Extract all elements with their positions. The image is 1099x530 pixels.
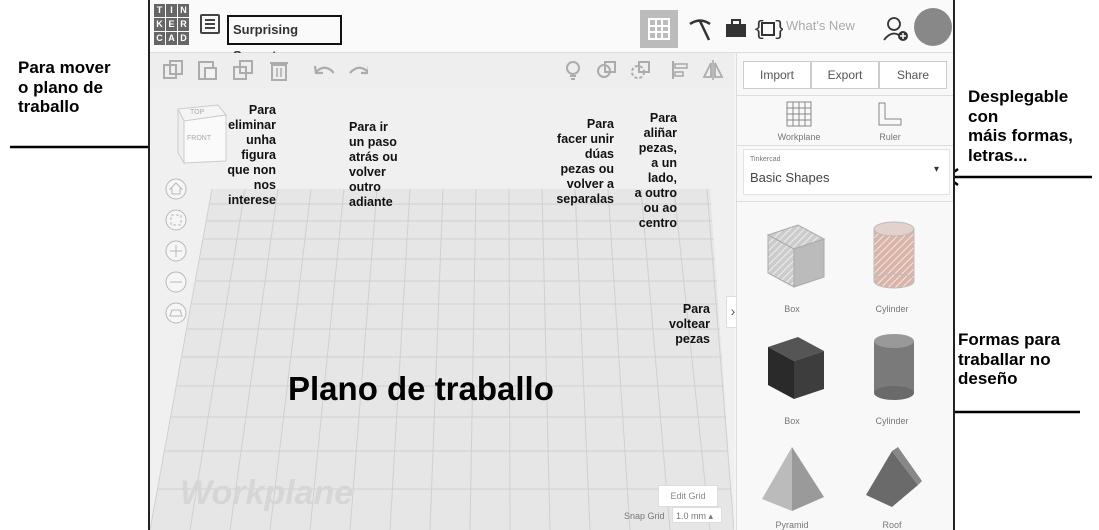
snap-grid-value: 1.0 mm (676, 511, 707, 521)
shape-tile[interactable]: Box (747, 217, 837, 314)
ruler-icon (878, 102, 902, 126)
workplane-watermark: Workplane (180, 474, 354, 512)
logo-letter: N (178, 4, 189, 17)
solid-cylinder-icon (874, 334, 914, 400)
edit-grid-button[interactable]: Edit Grid (658, 485, 718, 507)
code-blocks-icon[interactable]: {} (750, 12, 786, 46)
annotation-delete: Para eliminar unha figura que non nos in… (227, 103, 276, 207)
annotation-flip: Para voltear pezas (669, 302, 710, 346)
logo-letter: D (178, 32, 189, 45)
perspective-icon[interactable] (164, 301, 188, 325)
home-icon[interactable] (164, 177, 188, 201)
top-bar: T I N K E R C A D Surprising Snaget (150, 0, 953, 63)
logo-letter: E (166, 18, 177, 31)
ruler-tool[interactable]: Ruler (865, 101, 915, 142)
user-avatar[interactable] (914, 8, 952, 46)
annotation-dropdown: Desplegable con máis formas, letras... (968, 87, 1073, 165)
shape-label: Box (784, 304, 800, 314)
briefcase-icon[interactable] (718, 12, 754, 46)
shape-tile[interactable]: Box (747, 329, 837, 426)
grid-icon (648, 18, 670, 40)
solid-box-icon (768, 337, 824, 399)
svg-text:}: } (774, 19, 783, 42)
logo-letter: I (166, 4, 177, 17)
fit-view-icon[interactable] (164, 208, 188, 232)
import-button[interactable]: Import (743, 61, 811, 89)
zoom-in-icon[interactable] (164, 239, 188, 263)
annotation-group: Para facer unir dúas pezas ou volver a s… (556, 117, 614, 206)
paste-icon[interactable] (196, 59, 218, 81)
annotation-undo-redo: Para ir un paso atrás ou volver outro ad… (349, 120, 398, 209)
3d-view-button[interactable] (640, 10, 678, 48)
trash-icon[interactable] (268, 59, 290, 81)
tinkercad-app: T I N K E R C A D Surprising Snaget (148, 0, 955, 530)
ruler-tool-label: Ruler (879, 132, 901, 142)
view-cube-front-label: FRONT (187, 135, 212, 142)
zoom-out-icon[interactable] (164, 270, 188, 294)
copy-icon[interactable] (162, 59, 184, 81)
shape-label: Cylinder (875, 304, 909, 314)
redo-icon[interactable] (346, 59, 368, 81)
right-panel: Import Export Share Workplane Ruler Tink… (736, 53, 953, 530)
pyramid-icon (762, 447, 824, 511)
group-icon[interactable] (596, 59, 618, 81)
share-button[interactable]: Share (879, 61, 947, 89)
list-icon[interactable] (200, 14, 220, 34)
roof-icon (866, 447, 922, 507)
project-title[interactable]: Surprising Snaget (227, 15, 342, 63)
whats-new-link[interactable]: What's New (786, 18, 855, 33)
shape-label: Roof (882, 520, 902, 530)
tinkercad-logo[interactable]: T I N K E R C A D (154, 4, 190, 48)
snap-grid-select[interactable]: 1.0 mm ▴ (672, 507, 722, 523)
shape-tile[interactable]: Cylinder (847, 217, 937, 314)
striped-box-icon (766, 224, 826, 288)
snap-grid-label: Snap Grid (624, 511, 665, 521)
logo-letter: R (178, 18, 189, 31)
shape-tile[interactable]: Cylinder (847, 329, 937, 426)
shape-tile[interactable]: Pyramid (747, 441, 837, 530)
logo-letter: A (166, 32, 177, 45)
shape-source-label: Tinkercad (750, 156, 781, 163)
add-user-icon[interactable] (878, 12, 914, 46)
annotation-move-workplane: Para mover o plano de traballo (18, 58, 111, 117)
annotation-align: Para aliñar pezas, a un lado, a outro ou… (634, 111, 677, 230)
ungroup-icon[interactable] (630, 59, 652, 81)
view-cube-top-label: TOP (190, 109, 205, 116)
annotation-shapes: Formas para traballar no deseño (958, 330, 1061, 389)
shape-label: Pyramid (775, 520, 809, 530)
lightbulb-icon[interactable] (562, 59, 584, 81)
striped-cylinder-icon (873, 221, 915, 289)
workplane-tool-label: Workplane (777, 132, 821, 142)
workplane-grid-icon (786, 101, 812, 127)
logo-letter: K (154, 18, 165, 31)
shape-tile[interactable]: Roof (847, 441, 937, 530)
logo-letter: C (154, 32, 165, 45)
shape-label: Box (784, 416, 800, 426)
shape-label: Cylinder (875, 416, 909, 426)
logo-letter: T (154, 4, 165, 17)
workplane-tool[interactable]: Workplane (773, 101, 825, 142)
undo-icon[interactable] (312, 59, 334, 81)
edit-toolbar (150, 53, 734, 89)
flip-icon[interactable] (702, 59, 724, 81)
export-button[interactable]: Export (811, 61, 879, 89)
pickaxe-icon[interactable] (682, 12, 718, 46)
shape-category-label: Basic Shapes (750, 170, 830, 185)
chevron-down-icon: ▾ (934, 164, 940, 175)
annotation-workplane-title: Plano de traballo (288, 370, 554, 407)
duplicate-icon[interactable] (232, 59, 254, 81)
shape-library-dropdown[interactable]: Tinkercad Basic Shapes ▾ (743, 149, 950, 195)
align-icon[interactable] (670, 59, 692, 81)
